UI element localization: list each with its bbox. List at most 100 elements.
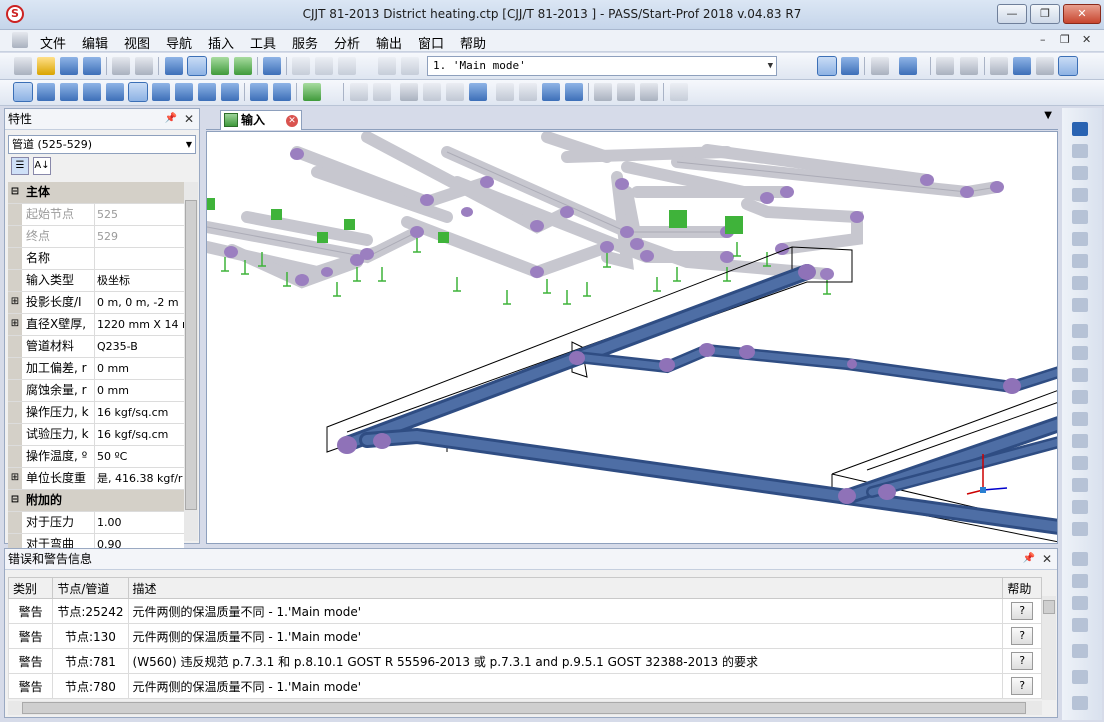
- zoom-icon[interactable]: [1036, 57, 1054, 75]
- menu-file[interactable]: 文件: [40, 33, 66, 52]
- close-tab-icon[interactable]: ✕: [286, 115, 298, 127]
- input-mode-icon[interactable]: [187, 56, 207, 76]
- expand-toggle-icon[interactable]: ⊞: [8, 292, 22, 313]
- property-row[interactable]: 起始节点 525: [8, 204, 184, 226]
- maximize-button[interactable]: ❐: [1030, 4, 1060, 24]
- undo-icon[interactable]: [378, 57, 396, 75]
- property-row[interactable]: 试验压力, k 16 kgf/sq.cm: [8, 424, 184, 446]
- pointer-icon[interactable]: [990, 57, 1008, 75]
- errors-horizontal-scrollbar[interactable]: [8, 701, 1042, 715]
- help-button[interactable]: ?: [1011, 652, 1034, 670]
- split-pipe-icon[interactable]: [273, 83, 291, 101]
- table-row[interactable]: 警告 节点:780 元件两侧的保温质量不同 - 1.'Main mode'?: [7, 673, 1042, 699]
- reducer-tool-icon[interactable]: [83, 83, 101, 101]
- help-button[interactable]: ?: [1011, 602, 1034, 620]
- menu-output[interactable]: 输出: [376, 33, 402, 52]
- column-header-category[interactable]: 类别: [7, 577, 54, 599]
- property-row[interactable]: 管道材料 Q235-B: [8, 336, 184, 358]
- property-value[interactable]: 0 mm: [94, 358, 184, 379]
- redo-icon[interactable]: [401, 57, 419, 75]
- table-row[interactable]: 警告 节点:781 (W560) 违反规范 p.7.3.1 和 p.8.10.1 G…: [7, 648, 1042, 674]
- sliding-support-icon[interactable]: [1072, 368, 1088, 382]
- anchor-tool-icon[interactable]: [152, 83, 170, 101]
- minimize-button[interactable]: —: [997, 4, 1027, 24]
- column-header-node[interactable]: 节点/管道: [52, 577, 129, 599]
- guide-element-icon[interactable]: [1072, 346, 1088, 360]
- 3d-view-icon[interactable]: [817, 56, 837, 76]
- snubber-icon[interactable]: [1072, 434, 1088, 448]
- menu-tools[interactable]: 工具: [250, 33, 276, 52]
- menu-insert[interactable]: 插入: [208, 33, 234, 52]
- pan-icon[interactable]: [1013, 57, 1031, 75]
- pin-icon[interactable]: 📌: [1023, 549, 1035, 569]
- column-header-description[interactable]: 描述: [127, 577, 1004, 599]
- bend-tool-icon[interactable]: [37, 83, 55, 101]
- compensator-icon[interactable]: [1072, 276, 1088, 290]
- measure-icon[interactable]: [423, 83, 441, 101]
- connection-icon[interactable]: [1072, 522, 1088, 536]
- run-analysis-icon[interactable]: [234, 57, 252, 75]
- rigid-support-icon[interactable]: [1072, 478, 1088, 492]
- hinge-icon[interactable]: [1072, 500, 1088, 514]
- loop-icon[interactable]: [469, 83, 487, 101]
- property-row[interactable]: 终点 529: [8, 226, 184, 248]
- menu-view[interactable]: 视图: [124, 33, 150, 52]
- property-value[interactable]: 0 m, 0 m, -2 m: [94, 292, 184, 313]
- anchor-element-icon[interactable]: [1072, 324, 1088, 338]
- magic-wand-icon[interactable]: [400, 83, 418, 101]
- export-icon[interactable]: [303, 83, 321, 101]
- calculator-icon[interactable]: [263, 57, 281, 75]
- property-row[interactable]: 对于压力 1.00: [8, 512, 184, 534]
- property-row[interactable]: 输入类型 极坐标: [8, 270, 184, 292]
- more-tools-icon[interactable]: [1072, 696, 1088, 710]
- table-view-icon[interactable]: [165, 57, 183, 75]
- vessel-icon[interactable]: [1072, 596, 1088, 610]
- property-row[interactable]: ⊞ 直径X壁厚, 1220 mm X 14 m: [8, 314, 184, 336]
- hanger-element-icon[interactable]: [1072, 412, 1088, 426]
- zoom-window-icon[interactable]: [936, 57, 954, 75]
- valve-tool-icon[interactable]: [106, 83, 124, 101]
- butterfly-valve-icon[interactable]: [1072, 254, 1088, 268]
- 2d-view-icon[interactable]: [841, 57, 859, 75]
- open-folder-icon[interactable]: [37, 57, 55, 75]
- menu-service[interactable]: 服务: [292, 33, 318, 52]
- property-row[interactable]: ⊞ 投影长度/I 0 m, 0 m, -2 m: [8, 292, 184, 314]
- mirror-icon[interactable]: [519, 83, 537, 101]
- branch-icon[interactable]: [373, 83, 391, 101]
- table-row[interactable]: 警告 节点:130 元件两侧的保温质量不同 - 1.'Main mode'?: [7, 623, 1042, 649]
- property-row[interactable]: 操作温度, º 50 ºC: [8, 446, 184, 468]
- property-value[interactable]: 0 mm: [94, 380, 184, 401]
- property-value[interactable]: 16 kgf/sq.cm: [94, 402, 184, 423]
- renumber-icon[interactable]: [542, 83, 560, 101]
- expand-toggle-icon[interactable]: ⊟: [8, 182, 22, 203]
- equipment-icon[interactable]: [1072, 552, 1088, 566]
- mdi-minimize-button[interactable]: –: [1040, 33, 1046, 46]
- close-icon[interactable]: ✕: [184, 109, 194, 129]
- copy-block-icon[interactable]: [594, 83, 612, 101]
- property-category[interactable]: ⊟ 主体: [8, 182, 184, 204]
- mdi-restore-button[interactable]: ❐: [1060, 33, 1070, 46]
- spring-tool-icon[interactable]: [198, 83, 216, 101]
- support-tool-icon[interactable]: [128, 82, 148, 102]
- flange-element-icon[interactable]: [1072, 210, 1088, 224]
- save-as-icon[interactable]: [83, 57, 101, 75]
- trench-icon[interactable]: [1072, 670, 1088, 684]
- property-value[interactable]: 1220 mm X 14 m: [94, 314, 184, 335]
- rotate-element-icon[interactable]: [496, 83, 514, 101]
- tank-icon[interactable]: [1072, 618, 1088, 632]
- help-button[interactable]: ?: [1011, 677, 1034, 695]
- move-node-icon[interactable]: [350, 83, 368, 101]
- cube-view-icon[interactable]: [899, 57, 917, 75]
- print-preview-icon[interactable]: [112, 57, 130, 75]
- soil-icon[interactable]: [1072, 644, 1088, 658]
- find-icon[interactable]: [871, 57, 889, 75]
- rotate-icon[interactable]: [1058, 56, 1078, 76]
- property-row[interactable]: 名称: [8, 248, 184, 270]
- save-icon[interactable]: [60, 57, 78, 75]
- property-value[interactable]: Q235-B: [94, 336, 184, 357]
- menu-edit[interactable]: 编辑: [82, 33, 108, 52]
- document-icon[interactable]: [12, 32, 28, 48]
- pipe-tool-icon[interactable]: [13, 82, 33, 102]
- expand-toggle-icon[interactable]: ⊟: [8, 490, 22, 511]
- property-row[interactable]: ⊞ 单位长度重 是, 416.38 kgf/r: [8, 468, 184, 490]
